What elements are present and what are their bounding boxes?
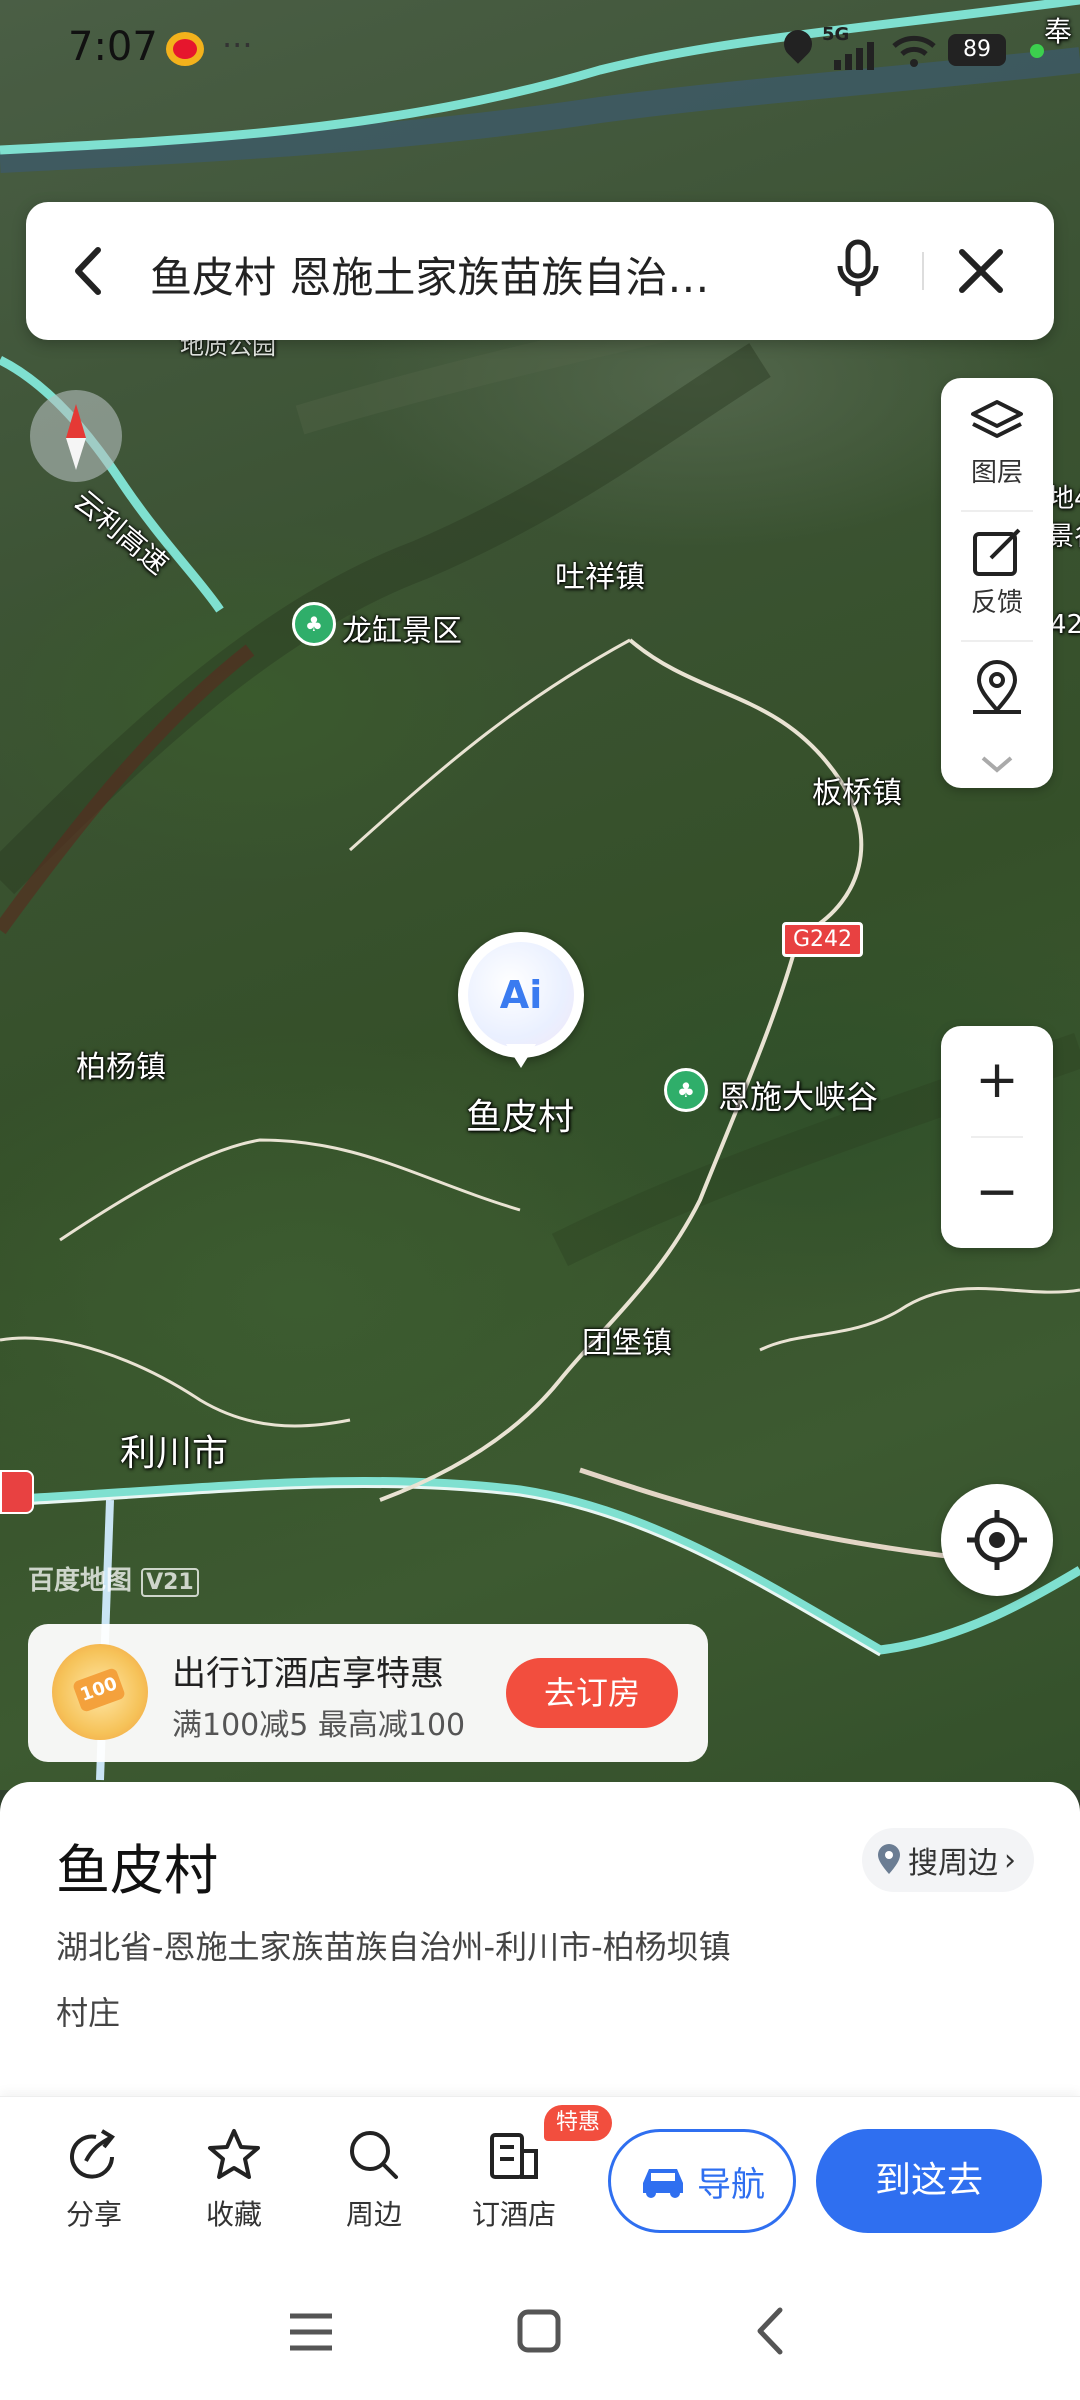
navigate-button[interactable]: 导航 bbox=[608, 2129, 796, 2233]
favorite-button[interactable]: 收藏 bbox=[174, 2127, 294, 2233]
place-address: 湖北省-恩施土家族苗族自治州-利川市-柏杨坝镇 bbox=[56, 1928, 731, 1966]
place-title: 鱼皮村 bbox=[56, 1839, 218, 1902]
search-nearby-label: 搜周边 bbox=[908, 1846, 998, 1881]
selected-place-pin[interactable]: Ai bbox=[458, 932, 584, 1068]
locate-me-button[interactable] bbox=[941, 1484, 1053, 1596]
road-shield-g242: G242 bbox=[782, 922, 864, 957]
favorite-label: 收藏 bbox=[205, 2198, 262, 2231]
layers-button[interactable]: 图层 bbox=[941, 398, 1053, 489]
coupon-badge: 100 bbox=[71, 1667, 127, 1713]
crosshair-icon bbox=[967, 1510, 1027, 1570]
divider bbox=[961, 640, 1033, 642]
ai-badge-icon: Ai bbox=[499, 973, 543, 1017]
go-here-button[interactable]: 到这去 bbox=[816, 2129, 1042, 2233]
system-nav-bar bbox=[0, 2276, 1080, 2400]
feedback-label: 反馈 bbox=[970, 588, 1023, 618]
chevron-down-icon[interactable] bbox=[979, 754, 1015, 776]
share-icon bbox=[70, 2129, 115, 2179]
hotel-deal-badge: 特惠 bbox=[544, 2105, 613, 2141]
edit-icon bbox=[973, 528, 1021, 576]
battery-level: 89 bbox=[963, 37, 991, 62]
share-label: 分享 bbox=[65, 2198, 122, 2231]
promo-subtitle: 满100减5 最高减100 bbox=[172, 1708, 466, 1743]
compass-icon[interactable] bbox=[30, 390, 122, 482]
layers-icon bbox=[971, 400, 1023, 438]
search-query[interactable]: 鱼皮村 恩施土家族苗族自治… bbox=[150, 244, 709, 305]
zoom-out-button[interactable]: − bbox=[941, 1138, 1053, 1246]
city-label-lichuan[interactable]: 利川市 bbox=[120, 1424, 228, 1476]
poi-label-enshi-canyon[interactable]: 恩施大峡谷 bbox=[718, 1072, 878, 1118]
feedback-button[interactable]: 反馈 bbox=[941, 528, 1053, 619]
signal-icon bbox=[834, 42, 874, 70]
nearby-label: 周边 bbox=[345, 2198, 402, 2231]
navigate-label: 导航 bbox=[697, 2164, 765, 2205]
partial-label-right-3: 42 bbox=[1050, 610, 1080, 640]
battery-indicator: 89 bbox=[948, 34, 1006, 66]
microphone-icon[interactable] bbox=[834, 238, 882, 302]
status-dots: ··· bbox=[222, 26, 253, 64]
town-label-banqiao[interactable]: 板桥镇 bbox=[812, 768, 902, 812]
map-pin-icon bbox=[973, 660, 1021, 714]
coupon-icon: 100 bbox=[52, 1644, 148, 1740]
status-time: 7:07 bbox=[68, 24, 158, 70]
hotel-button[interactable]: 订酒店 bbox=[454, 2127, 574, 2233]
map-pin-tool-button[interactable] bbox=[941, 660, 1053, 720]
place-category: 村庄 bbox=[56, 1994, 121, 2032]
scenic-poi-icon[interactable]: ♣ bbox=[664, 1068, 708, 1112]
active-dot-icon bbox=[1030, 44, 1044, 58]
chevron-right-icon: › bbox=[1004, 1842, 1016, 1878]
hotel-label: 订酒店 bbox=[471, 2198, 556, 2231]
search-nearby-button[interactable]: 搜周边 › bbox=[862, 1828, 1034, 1892]
promo-title: 出行订酒店享特惠 bbox=[172, 1654, 444, 1694]
share-button[interactable]: 分享 bbox=[34, 2127, 154, 2233]
car-icon bbox=[643, 2169, 683, 2198]
town-label-tuxiang[interactable]: 吐祥镇 bbox=[555, 552, 645, 596]
zoom-controls: + − bbox=[941, 1026, 1053, 1248]
poi-label-longgang[interactable]: 龙缸景区 bbox=[342, 606, 462, 650]
highway-marker-icon bbox=[0, 1470, 34, 1514]
home-icon[interactable] bbox=[516, 2308, 562, 2354]
zoom-in-button[interactable]: + bbox=[941, 1026, 1053, 1134]
watermark-version: V21 bbox=[141, 1568, 199, 1597]
scenic-poi-icon[interactable]: ♣ bbox=[292, 602, 336, 646]
star-icon bbox=[208, 2129, 260, 2179]
back-nav-icon[interactable] bbox=[752, 2306, 788, 2356]
map-tools-panel: 图层 反馈 bbox=[941, 378, 1053, 788]
action-bar: 分享 收藏 周边 订酒店 特惠 导航 到这去 bbox=[0, 2096, 1080, 2277]
menu-icon[interactable] bbox=[286, 2310, 336, 2354]
layers-label: 图层 bbox=[970, 458, 1023, 488]
status-bar: 7:07 ··· 5G 89 bbox=[0, 0, 1080, 100]
selected-place-label: 鱼皮村 bbox=[466, 1097, 575, 1138]
map-watermark: 百度地图 V21 bbox=[28, 1560, 199, 1597]
search-icon bbox=[350, 2131, 398, 2179]
search-bar[interactable]: 鱼皮村 恩施土家族苗族自治… bbox=[26, 202, 1054, 340]
divider bbox=[922, 252, 924, 290]
close-icon[interactable] bbox=[956, 246, 1006, 296]
hotel-promo-banner[interactable]: 100 出行订酒店享特惠 满100减5 最高减100 去订房 bbox=[28, 1624, 708, 1762]
book-hotel-button[interactable]: 去订房 bbox=[506, 1658, 678, 1728]
watermark-text: 百度地图 bbox=[28, 1566, 133, 1596]
town-label-tuanbao[interactable]: 团堡镇 bbox=[582, 1318, 672, 1362]
hotel-icon bbox=[490, 2133, 538, 2179]
nearby-button[interactable]: 周边 bbox=[314, 2127, 434, 2233]
weibo-icon bbox=[166, 32, 204, 66]
divider bbox=[961, 510, 1033, 512]
wifi-icon bbox=[892, 35, 936, 67]
location-icon bbox=[778, 24, 818, 64]
town-label-baiyang[interactable]: 柏杨镇 bbox=[76, 1042, 166, 1086]
location-pin-icon bbox=[878, 1844, 900, 1874]
back-icon[interactable] bbox=[68, 244, 108, 298]
